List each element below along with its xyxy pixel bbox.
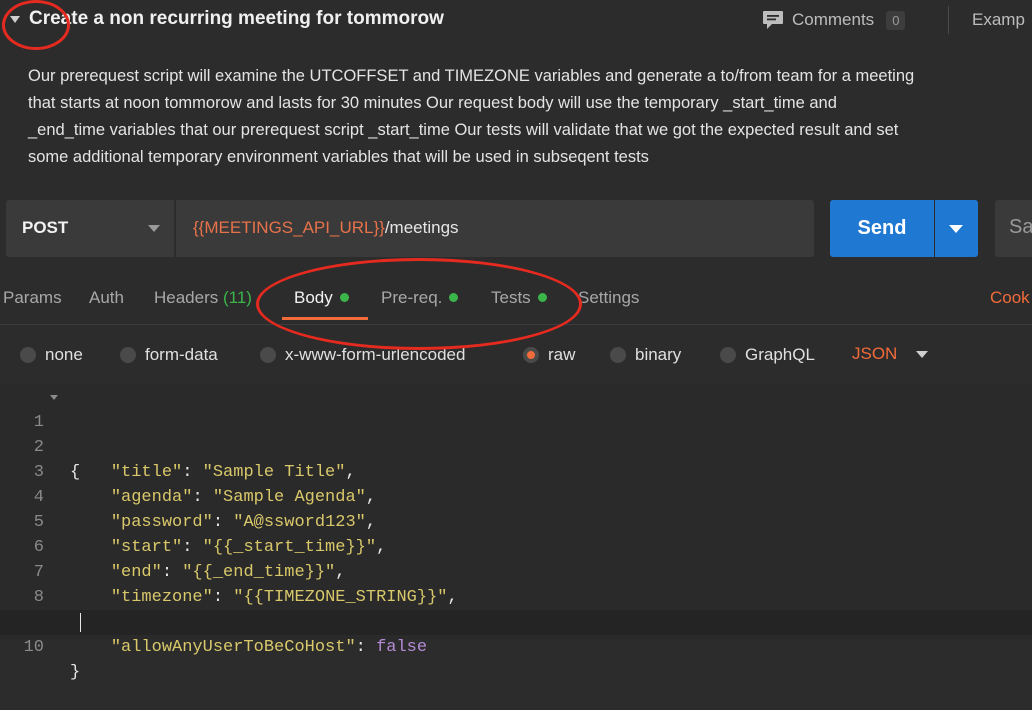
- code-line: 10 }: [0, 610, 1032, 682]
- json-key: "allowAnyUserToBeCoHost": [110, 638, 356, 657]
- header-divider: [948, 6, 949, 34]
- comment-icon: [762, 10, 784, 30]
- annotation-circle-tabs: [256, 258, 582, 350]
- body-type-raw[interactable]: raw: [523, 344, 575, 366]
- body-type-none[interactable]: none: [20, 344, 83, 366]
- code-line: 5 "start": "{{_start_time}}",: [0, 485, 1032, 557]
- save-button[interactable]: Sa: [995, 200, 1032, 257]
- code-text: }: [70, 663, 81, 682]
- body-type-label: raw: [548, 345, 576, 364]
- description-line: some additional temporary environment va…: [28, 148, 649, 166]
- description-line: that starts at noon tommorow and lasts f…: [28, 94, 837, 112]
- code-text: "allowAnyUserToBeCoHost": false: [110, 638, 428, 657]
- chevron-down-icon[interactable]: [916, 351, 928, 358]
- tab-settings[interactable]: Settings: [578, 288, 639, 308]
- comments-label: Comments: [792, 10, 875, 29]
- description-line: Our prerequest script will examine the U…: [28, 67, 915, 85]
- cookies-link[interactable]: Cook: [990, 288, 1030, 308]
- fold-icon[interactable]: [50, 395, 58, 400]
- body-type-binary[interactable]: binary: [610, 344, 681, 366]
- url-path: /meetings: [384, 218, 459, 237]
- code-line: 3 "agenda": "Sample Agenda",: [0, 435, 1032, 507]
- code-line: 9 "allowAnyUserToBeCoHost": false: [0, 585, 1032, 657]
- method-label: POST: [22, 218, 69, 237]
- code-line: 6 "end": "{{_end_time}}",: [0, 510, 1032, 582]
- code-line: 1 {: [0, 385, 1032, 482]
- body-type-label: binary: [635, 345, 682, 364]
- radio-selected-icon: [523, 347, 539, 363]
- code-line: 7 "timezone": "{{TIMEZONE_STRING}}",: [0, 535, 1032, 607]
- radio-icon: [120, 347, 136, 363]
- text-cursor: [80, 613, 81, 632]
- comments-button[interactable]: Comments 0: [762, 7, 906, 33]
- radio-icon: [260, 347, 276, 363]
- radio-icon: [720, 347, 736, 363]
- save-label: Sa: [1009, 216, 1032, 238]
- headers-count: (11): [223, 288, 252, 307]
- body-type-label: none: [45, 345, 83, 364]
- body-type-label: GraphQL: [745, 345, 815, 364]
- body-type-label: form-data: [145, 345, 218, 364]
- radio-icon: [610, 347, 626, 363]
- chevron-down-icon: [148, 225, 160, 232]
- chevron-down-icon: [949, 225, 963, 233]
- line-number: 10: [23, 638, 44, 657]
- comments-count-badge: 0: [886, 10, 906, 30]
- body-type-graphql[interactable]: GraphQL: [720, 344, 815, 366]
- radio-icon: [20, 347, 36, 363]
- send-button[interactable]: Send: [830, 200, 934, 257]
- body-type-form-data[interactable]: form-data: [120, 344, 218, 366]
- tab-auth[interactable]: Auth: [89, 288, 124, 308]
- url-text: {{MEETINGS_API_URL}}/meetings: [193, 218, 459, 238]
- tab-headers[interactable]: Headers (11): [154, 288, 252, 308]
- json-value: false: [376, 638, 428, 657]
- code-line: 8 "enabledAutoRecordMeeting": false,: [0, 560, 1032, 632]
- tab-params[interactable]: Params: [3, 288, 62, 308]
- url-variable: {{MEETINGS_API_URL}}: [193, 218, 385, 237]
- request-description[interactable]: Our prerequest script will examine the U…: [28, 63, 1032, 171]
- annotation-circle-collapse: [2, 0, 70, 50]
- code-line: 4 "password": "A@ssword123",: [0, 460, 1032, 532]
- tab-headers-label: Headers: [154, 288, 219, 307]
- description-line: _end_time variables that our prerequest …: [28, 121, 899, 139]
- request-title[interactable]: Create a non recurring meeting for tommo…: [29, 8, 444, 30]
- code-line: 2 "title": "Sample Title",: [0, 410, 1032, 482]
- body-format-select[interactable]: JSON: [852, 344, 897, 364]
- examples-button[interactable]: Examp: [972, 10, 1025, 30]
